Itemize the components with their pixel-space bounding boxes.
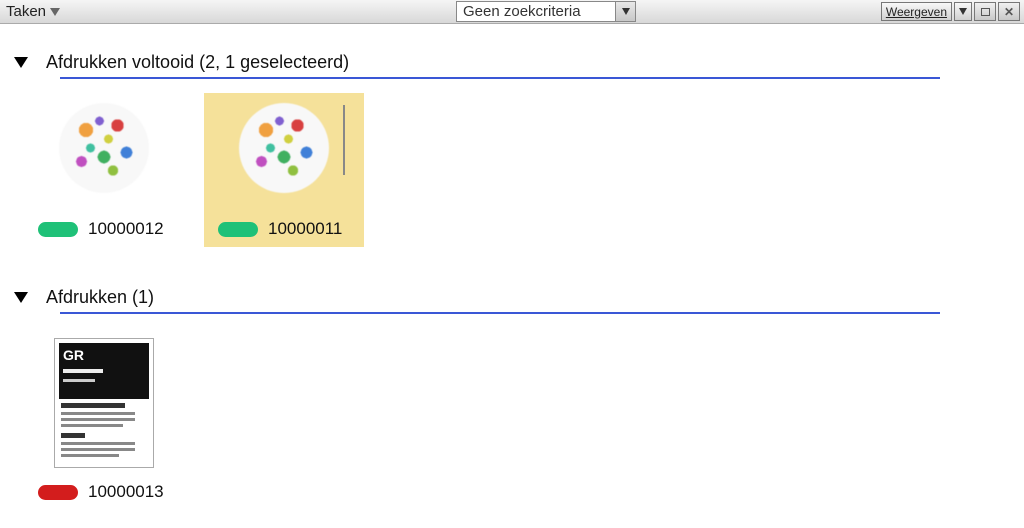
section-divider xyxy=(60,312,940,314)
section-header-completed[interactable]: Afdrukken voltooid (2, 1 geselecteerd) xyxy=(14,52,1024,73)
collapse-icon xyxy=(14,57,28,68)
selection-bar xyxy=(343,105,345,175)
maximize-button[interactable] xyxy=(974,2,996,21)
job-id: 10000013 xyxy=(88,482,164,502)
collapse-icon xyxy=(14,292,28,303)
search-criteria-label: Geen zoekcriteria xyxy=(457,3,615,20)
thumbnail-image xyxy=(239,103,329,193)
maximize-icon xyxy=(981,8,990,16)
search-criteria-dropdown[interactable]: Geen zoekcriteria xyxy=(456,1,636,22)
section-title-completed: Afdrukken voltooid (2, 1 geselecteerd) xyxy=(46,52,349,73)
status-badge-green xyxy=(38,222,78,237)
printing-thumbs: GR 10000013 xyxy=(14,328,1024,510)
job-thumbnail[interactable]: 10000012 xyxy=(24,93,184,247)
toolbar: Taken Geen zoekcriteria Weergeven ✕ xyxy=(0,0,1024,24)
panel-title-area[interactable]: Taken xyxy=(0,3,60,20)
section-header-printing[interactable]: Afdrukken (1) xyxy=(14,287,1024,308)
content-area: Afdrukken voltooid (2, 1 geselecteerd) 1… xyxy=(0,24,1024,528)
job-id: 10000012 xyxy=(88,219,164,239)
panel-menu-icon xyxy=(50,8,60,16)
thumbnail-footer: 10000011 xyxy=(212,219,342,239)
view-dropdown[interactable] xyxy=(954,2,972,21)
close-button[interactable]: ✕ xyxy=(998,2,1020,21)
chevron-down-icon xyxy=(959,8,967,15)
status-badge-red xyxy=(38,485,78,500)
section-divider xyxy=(60,77,940,79)
job-thumbnail-selected[interactable]: 10000011 xyxy=(204,93,364,247)
dropdown-button[interactable] xyxy=(615,2,635,21)
section-title-printing: Afdrukken (1) xyxy=(46,287,154,308)
completed-thumbs: 10000012 10000011 xyxy=(14,93,1024,247)
doc-title: GR xyxy=(63,347,84,363)
thumbnail-footer: 10000012 xyxy=(32,219,164,239)
thumbnail-image: GR xyxy=(54,338,154,468)
panel-title: Taken xyxy=(6,3,46,20)
thumbnail-image xyxy=(59,103,149,193)
toolbar-right: Weergeven ✕ xyxy=(881,2,1020,21)
job-id: 10000011 xyxy=(268,219,342,239)
thumbnail-footer: 10000013 xyxy=(32,482,164,502)
job-thumbnail[interactable]: GR 10000013 xyxy=(24,328,184,510)
view-button[interactable]: Weergeven xyxy=(881,2,952,21)
close-icon: ✕ xyxy=(1004,5,1014,19)
status-badge-green xyxy=(218,222,258,237)
chevron-down-icon xyxy=(622,8,630,15)
